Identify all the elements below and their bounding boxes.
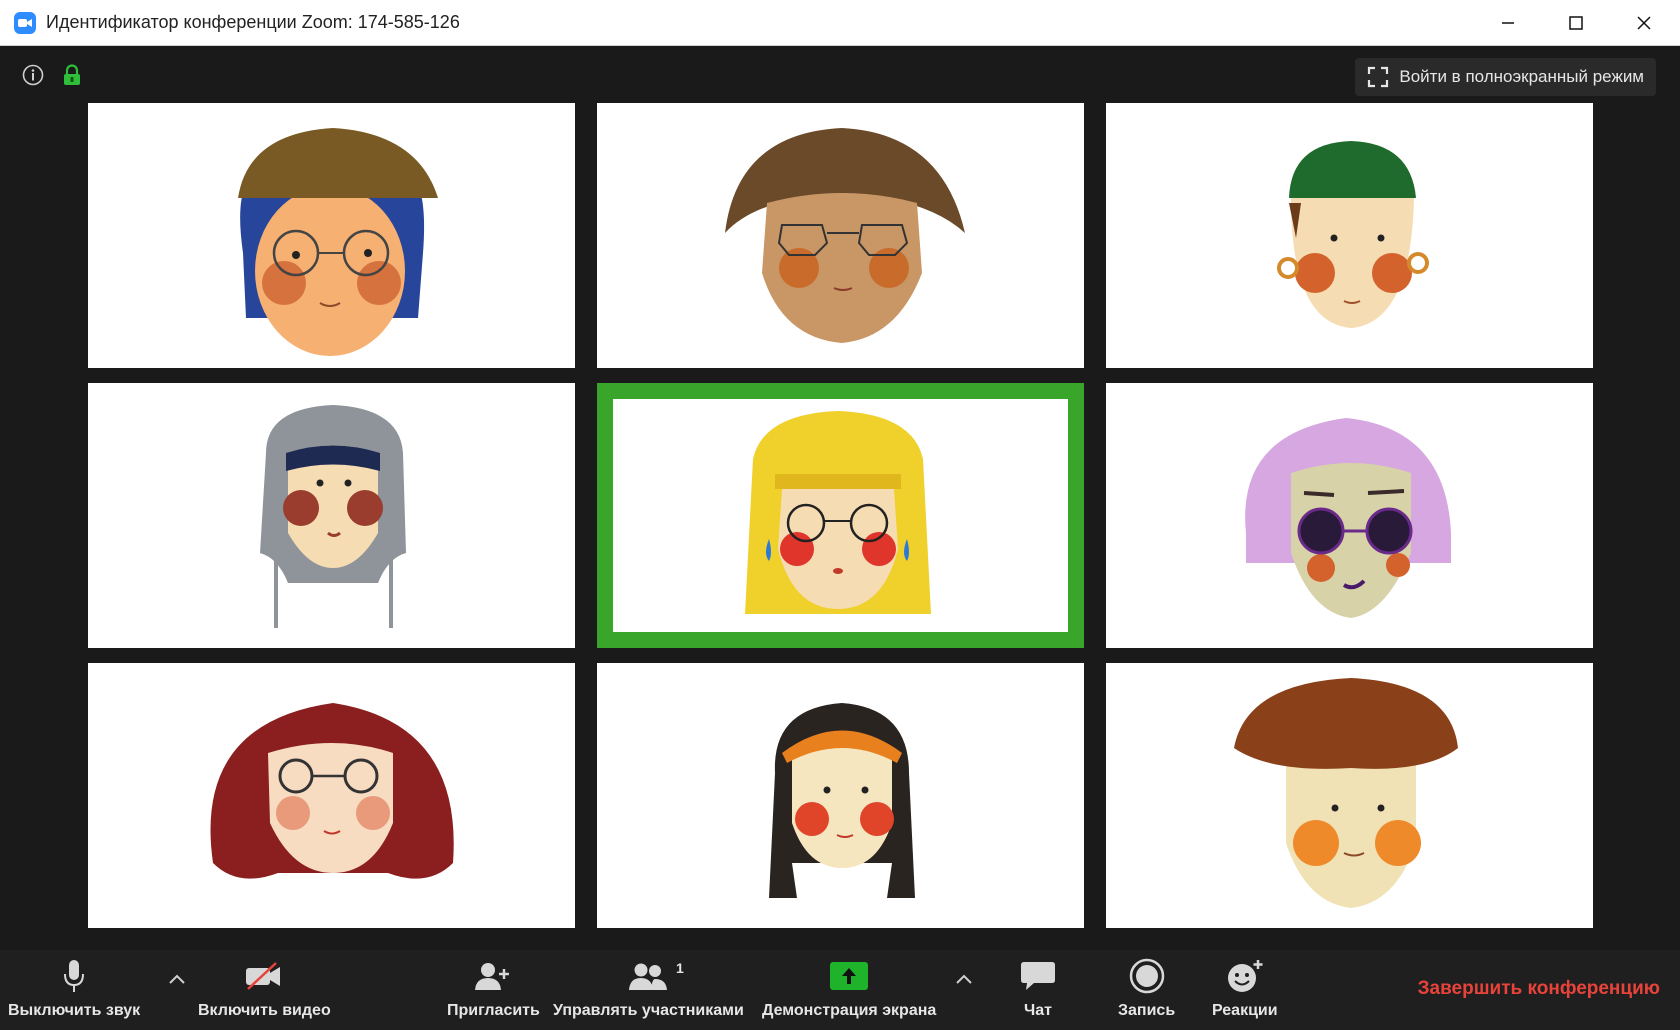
participant-avatar: [238, 128, 438, 356]
fullscreen-button[interactable]: Войти в полноэкранный режим: [1355, 58, 1656, 96]
minimize-button[interactable]: [1474, 0, 1542, 46]
participant-tile-5-active-speaker[interactable]: [597, 383, 1084, 648]
reactions-button[interactable]: Реакции: [1212, 956, 1278, 1020]
title-bar: Идентификатор конференции Zoom: 174-585-…: [0, 0, 1680, 46]
reactions-label: Реакции: [1212, 1002, 1278, 1019]
manage-participants-label: Управлять участниками: [553, 1002, 744, 1019]
participant-avatar: [725, 128, 965, 343]
reactions-icon: [1227, 960, 1263, 992]
participant-avatar: [769, 703, 915, 898]
caret-up-icon: [169, 974, 185, 984]
participants-count: 1: [676, 960, 684, 976]
participant-tile-9[interactable]: [1106, 663, 1593, 928]
participants-icon: [629, 963, 668, 990]
record-button[interactable]: Запись: [1118, 956, 1175, 1020]
lock-icon[interactable]: [62, 64, 82, 91]
video-off-icon: [246, 962, 281, 990]
info-icon[interactable]: [22, 64, 44, 91]
invite-label: Пригласить: [447, 1002, 540, 1019]
close-icon: [1637, 16, 1651, 30]
caret-up-icon: [956, 974, 972, 984]
maximize-icon: [1569, 16, 1583, 30]
start-video-label: Включить видео: [198, 1002, 331, 1019]
minimize-icon: [1502, 22, 1514, 24]
participant-tile-1[interactable]: [88, 103, 575, 368]
close-button[interactable]: [1610, 0, 1678, 46]
participant-avatar: [745, 411, 931, 614]
meeting-area: Войти в полноэкранный режим: [0, 46, 1680, 950]
participant-tile-2[interactable]: [597, 103, 1084, 368]
add-user-icon: [475, 963, 510, 990]
manage-participants-button[interactable]: Управлять участниками: [553, 956, 744, 1020]
participant-tile-4[interactable]: [88, 383, 575, 648]
participant-tile-7[interactable]: [88, 663, 575, 928]
chat-icon: [1021, 962, 1055, 990]
share-screen-button[interactable]: Демонстрация экрана: [762, 956, 936, 1020]
microphone-icon: [64, 960, 85, 992]
participant-avatar: [210, 703, 454, 879]
maximize-button[interactable]: [1542, 0, 1610, 46]
share-screen-icon: [830, 962, 869, 990]
participant-avatar: [260, 405, 406, 628]
mute-button[interactable]: Выключить звук: [8, 956, 140, 1020]
participant-tile-8[interactable]: [597, 663, 1084, 928]
end-meeting-button[interactable]: Завершить конференцию: [1418, 978, 1660, 1000]
start-video-button[interactable]: Включить видео: [198, 956, 331, 1020]
audio-options-caret[interactable]: [168, 972, 186, 990]
chat-label: Чат: [1024, 1002, 1052, 1019]
share-options-caret[interactable]: [955, 972, 973, 990]
record-icon: [1129, 958, 1164, 994]
invite-button[interactable]: Пригласить: [447, 956, 540, 1020]
share-screen-label: Демонстрация экрана: [762, 1002, 937, 1019]
fullscreen-icon: [1368, 66, 1389, 88]
participant-tile-6[interactable]: [1106, 383, 1593, 648]
window-title: Идентификатор конференции Zoom: 174-585-…: [46, 12, 460, 32]
mute-label: Выключить звук: [8, 1002, 141, 1019]
meeting-toolbar: Выключить звук Включить видео Пригласить…: [0, 950, 1680, 1030]
chat-button[interactable]: Чат: [1020, 956, 1056, 1020]
zoom-app-icon: [14, 12, 36, 34]
participant-avatar: [1277, 141, 1429, 328]
participant-tile-3[interactable]: [1106, 103, 1593, 368]
fullscreen-label: Войти в полноэкранный режим: [1399, 67, 1644, 86]
participant-avatar: [1234, 678, 1458, 908]
participant-avatar: [1245, 418, 1451, 618]
record-label: Запись: [1118, 1002, 1176, 1019]
